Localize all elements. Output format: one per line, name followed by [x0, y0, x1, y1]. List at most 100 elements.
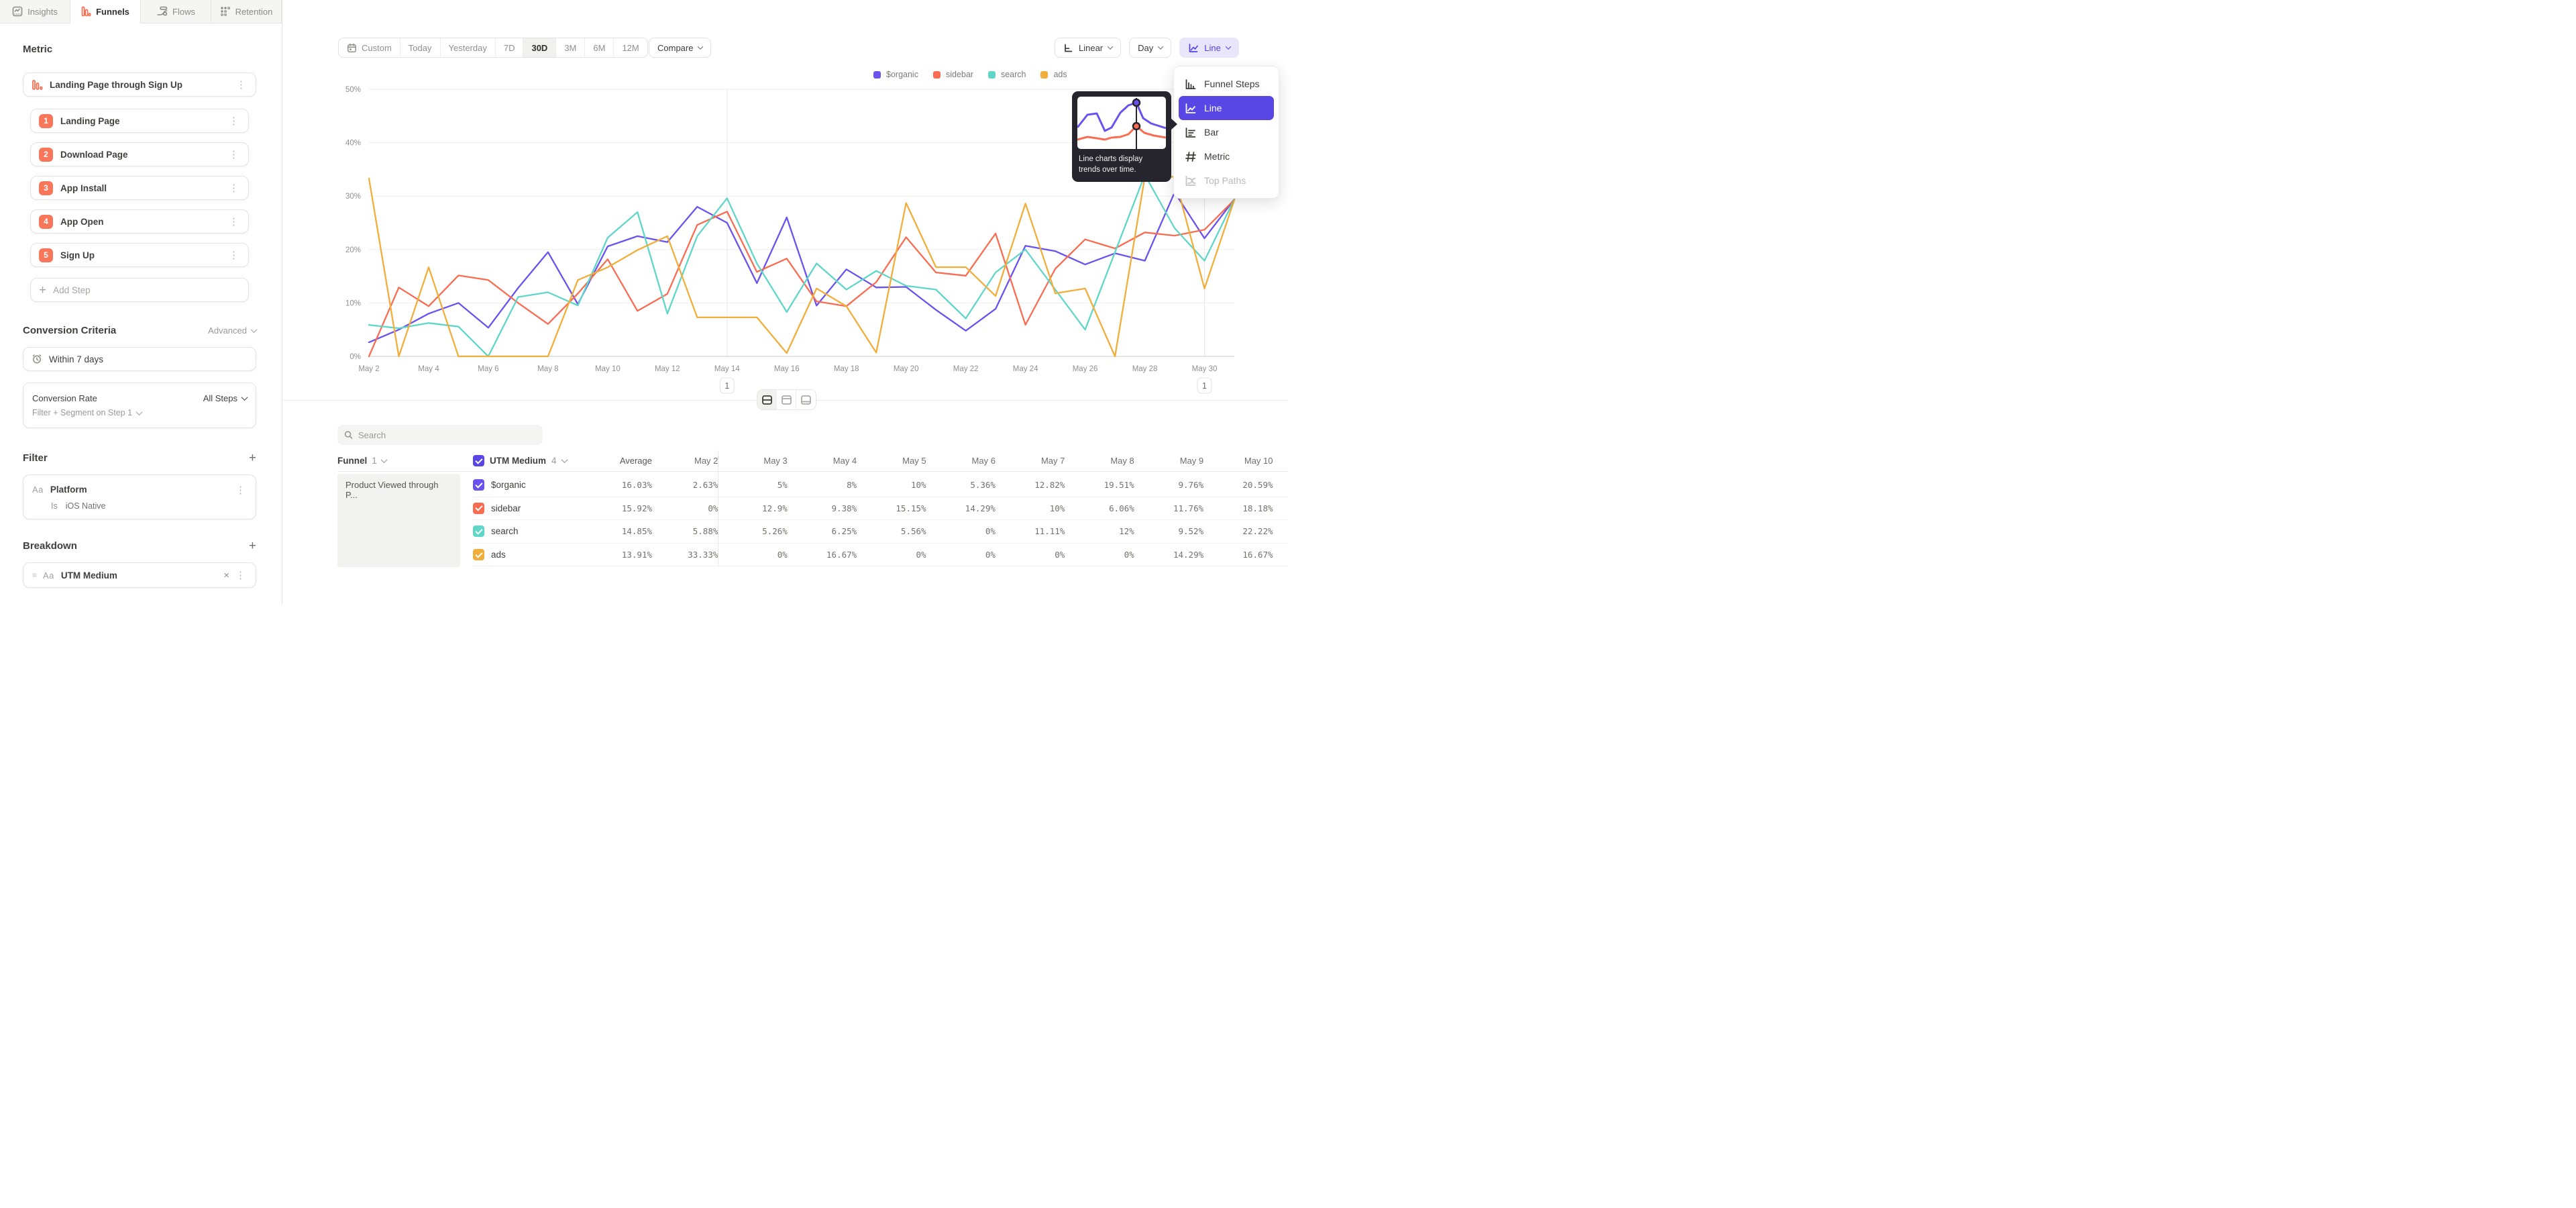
filter-segment-dropdown[interactable]: Filter + Segment on Step 1	[32, 408, 247, 417]
date-column-header[interactable]: May 10	[1218, 456, 1287, 466]
row-checkbox[interactable]	[473, 525, 484, 537]
step-kebab-icon[interactable]: ⋮	[227, 148, 240, 160]
date-column-header[interactable]: May 8	[1079, 456, 1148, 466]
row-cell-value: 0%	[941, 550, 1010, 560]
date-range-custom[interactable]: Custom	[339, 38, 400, 57]
table-row-sidebar[interactable]: sidebar15.92%0%12.9%9.38%15.15%14.29%10%…	[473, 497, 1288, 521]
chevron-down-icon	[241, 394, 248, 401]
filter-property-label: Platform	[50, 485, 87, 495]
filter-kebab-icon[interactable]: ⋮	[234, 484, 247, 496]
menu-item-line[interactable]: Line	[1179, 96, 1274, 120]
date-column-header[interactable]: May 5	[871, 456, 941, 466]
date-range-30d[interactable]: 30D	[523, 38, 556, 57]
funnel-step-app-install[interactable]: 3App Install⋮	[30, 176, 249, 200]
table-row-ads[interactable]: ads13.91%33.33%0%16.67%0%0%0%0%14.29%16.…	[473, 544, 1288, 567]
date-column-header[interactable]: May 6	[941, 456, 1010, 466]
date-range-7d[interactable]: 7D	[496, 38, 524, 57]
tab-flows[interactable]: Flows	[141, 0, 211, 23]
date-range-today[interactable]: Today	[400, 38, 441, 57]
metric-heading-label: Metric	[23, 44, 52, 55]
tab-insights[interactable]: Insights	[0, 0, 70, 23]
row-series-label: $organic	[491, 480, 526, 490]
y-axis-tick-label: 40%	[345, 140, 361, 148]
legend-item-organic[interactable]: $organic	[873, 70, 918, 79]
filter-platform-card[interactable]: Aa Platform ⋮ Is iOS Native	[23, 474, 256, 519]
layout-top-panel-button[interactable]	[777, 390, 796, 409]
date-column-header[interactable]: May 9	[1149, 456, 1218, 466]
funnel-step-sign-up[interactable]: 5Sign Up⋮	[30, 243, 249, 267]
step-kebab-icon[interactable]: ⋮	[227, 215, 240, 228]
search-input[interactable]	[358, 430, 536, 440]
conversion-rate-label: Conversion Rate	[32, 393, 97, 403]
row-cell-value: 2.63%	[663, 480, 733, 490]
menu-item-label: Top Paths	[1204, 175, 1246, 186]
date-range-label: Yesterday	[449, 43, 487, 53]
chevron-down-icon	[1158, 44, 1163, 49]
menu-item-label: Metric	[1204, 151, 1230, 162]
table-row-organic[interactable]: $organic16.03%2.63%5%8%10%5.36%12.82%19.…	[473, 474, 1288, 497]
legend-item-ads[interactable]: ads	[1040, 70, 1067, 79]
remove-breakdown-icon[interactable]: ×	[219, 570, 234, 581]
tab-retention[interactable]: Retention	[211, 0, 282, 23]
add-breakdown-button[interactable]: +	[249, 540, 256, 552]
date-range-yesterday[interactable]: Yesterday	[441, 38, 496, 57]
tab-funnels[interactable]: Funnels	[70, 0, 141, 23]
funnel-column-header[interactable]: Funnel 1	[337, 456, 473, 466]
legend-item-sidebar[interactable]: sidebar	[933, 70, 973, 79]
chevron-down-icon	[1226, 44, 1231, 49]
funnel-step-download-page[interactable]: 2Download Page⋮	[30, 142, 249, 166]
date-range-6m[interactable]: 6M	[585, 38, 614, 57]
date-column-header[interactable]: May 3	[733, 456, 802, 466]
chevron-down-icon	[698, 44, 703, 49]
date-column-header[interactable]: May 7	[1010, 456, 1079, 466]
funnel-step-landing-page[interactable]: 1Landing Page⋮	[30, 109, 249, 133]
select-all-checkbox[interactable]	[473, 455, 484, 466]
funnel-kebab-icon[interactable]: ⋮	[235, 79, 248, 91]
date-range-3m[interactable]: 3M	[556, 38, 585, 57]
layout-bottom-panel-button[interactable]	[796, 390, 816, 409]
row-checkbox[interactable]	[473, 503, 484, 514]
chart-type-dropdown-button[interactable]: Line	[1179, 38, 1239, 58]
filter-value-label[interactable]: iOS Native	[66, 501, 106, 511]
chart-controls: Linear Day Line	[1055, 38, 1239, 58]
breakdown-kebab-icon[interactable]: ⋮	[234, 569, 247, 581]
row-checkbox[interactable]	[473, 479, 484, 491]
step-kebab-icon[interactable]: ⋮	[227, 115, 240, 127]
row-cell-value: 0%	[663, 503, 733, 513]
legend-item-search[interactable]: search	[988, 70, 1026, 79]
conversion-window-card[interactable]: Within 7 days	[23, 347, 256, 371]
main-panel: CustomToday Yesterday 7D30D 3M 6M12M Compare…	[283, 0, 1288, 604]
layout-split-rows-button[interactable]	[757, 390, 777, 409]
date-range-label: 3M	[564, 43, 576, 53]
compare-button[interactable]: Compare	[649, 38, 711, 58]
drag-handle-icon[interactable]: ≡	[32, 570, 37, 580]
all-steps-dropdown[interactable]: All Steps	[203, 393, 247, 403]
table-group-cell[interactable]: Product Viewed through P...	[337, 474, 460, 567]
table-row-search[interactable]: search14.85%5.88%5.26%6.25%5.56%0%11.11%…	[473, 520, 1288, 544]
series-line-search[interactable]	[369, 174, 1234, 356]
add-step-button[interactable]: + Add Step	[30, 278, 249, 302]
average-column-header[interactable]: Average	[598, 456, 652, 466]
breakdown-heading-label: Breakdown	[23, 540, 77, 552]
menu-item-funnel-steps[interactable]: Funnel Steps	[1179, 72, 1274, 96]
interval-dropdown-button[interactable]: Day	[1129, 38, 1171, 58]
date-range-12m[interactable]: 12M	[614, 38, 647, 57]
tooltip-text: Line charts display trends over time.	[1077, 149, 1166, 177]
step-kebab-icon[interactable]: ⋮	[227, 249, 240, 261]
series-line-ads[interactable]	[369, 177, 1234, 357]
menu-item-metric[interactable]: Metric	[1179, 144, 1274, 168]
x-axis-tick-label: May 20	[894, 365, 919, 373]
funnel-step-app-open[interactable]: 4App Open⋮	[30, 209, 249, 234]
date-column-header[interactable]: May 4	[802, 456, 871, 466]
step-kebab-icon[interactable]: ⋮	[227, 182, 240, 194]
menu-item-bar[interactable]: Bar	[1179, 120, 1274, 144]
date-column-header[interactable]: May 2	[663, 456, 733, 466]
row-checkbox[interactable]	[473, 549, 484, 560]
add-filter-button[interactable]: +	[249, 452, 256, 464]
funnel-metric-card[interactable]: Landing Page through Sign Up ⋮	[23, 72, 256, 97]
breakdown-column-header[interactable]: UTM Medium 4	[473, 455, 598, 466]
breakdown-utm-card[interactable]: ≡ Aa UTM Medium × ⋮	[23, 562, 256, 588]
x-axis-tick-label: May 18	[834, 365, 859, 373]
scale-dropdown-button[interactable]: Linear	[1055, 38, 1121, 58]
advanced-dropdown[interactable]: Advanced	[208, 325, 256, 336]
